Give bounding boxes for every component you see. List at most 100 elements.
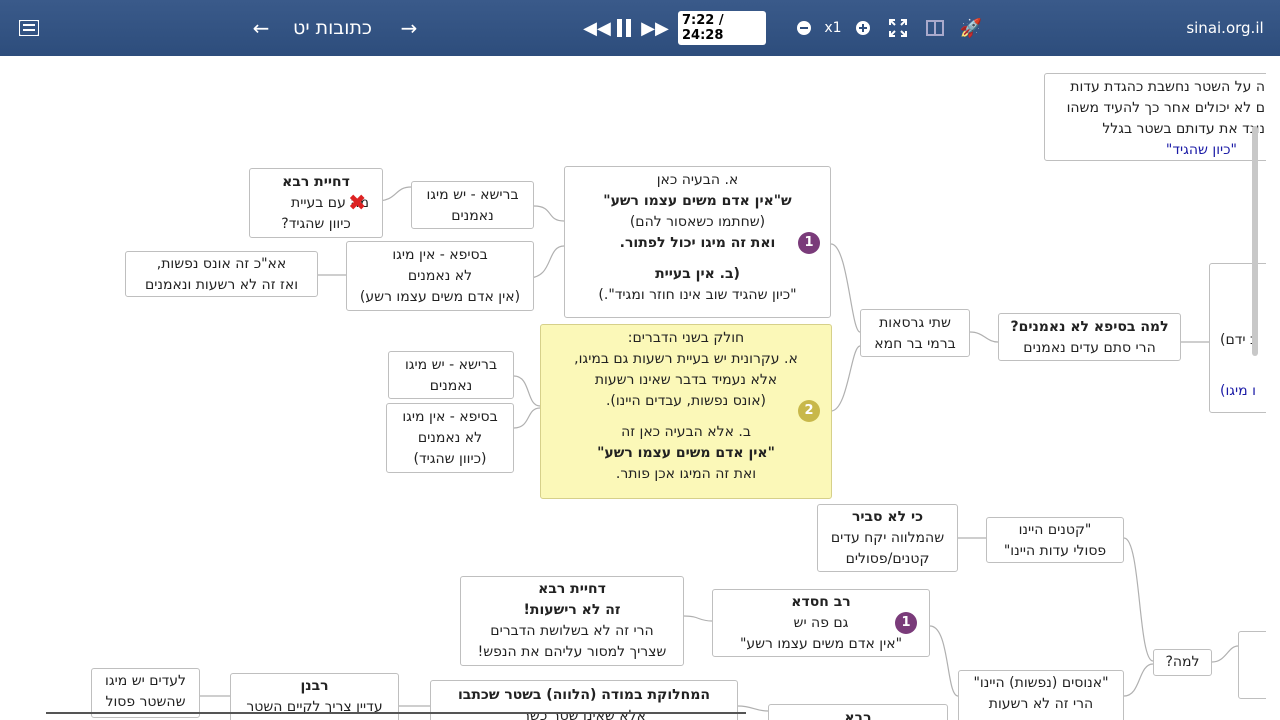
node-text: עדיין צריך לקיים השטר [246, 699, 383, 715]
node-text: בסיפא - אין מיגו [392, 247, 488, 263]
node-text: הרי זה לא רשעות [988, 696, 1094, 712]
node-text: אא"כ זה אונס נפשות, [156, 256, 287, 272]
node-rava[interactable]: רבא [768, 704, 948, 720]
node-text: זה לא רישעות! [523, 602, 621, 618]
node-text: בסיפא - אין מיגו [402, 409, 498, 425]
node-text: ה על השטר נחשבת כהגדת עדות [1070, 79, 1265, 95]
node-sefa-1[interactable]: בסיפא - אין מיגו לא נאמנים (אין אדם משים… [346, 241, 534, 311]
prev-arrow-icon[interactable]: ← [248, 0, 274, 56]
node-machloket[interactable]: המחלוקת במודה (הלווה) בשטר שכתבו אלא שאי… [430, 680, 738, 720]
node-text: א. עקרונית יש בעיית רשעות גם במיגו, [574, 351, 798, 367]
node-text: (כיוון שהגיד) [413, 451, 487, 467]
node-text: "אין אדם משים עצמו רשע" [597, 445, 775, 461]
time-text: 7:22 / 24:28 [678, 11, 766, 45]
node-text: שתי גרסאות [879, 315, 951, 331]
speed-up-icon[interactable] [853, 0, 873, 56]
node-text: כיוון שהגיד? [281, 216, 351, 232]
node-text: אלא נעמיד בדבר שאינו רשעות [594, 372, 778, 388]
node-right-bottom[interactable] [1238, 631, 1266, 699]
node-text: פסולי עדות היינו" [1003, 543, 1107, 559]
node-text: המחלוקת במודה (הלווה) בשטר שכתבו [458, 687, 710, 703]
node-text: נאמנים [451, 208, 494, 224]
node-text: ם לא יכולים אחר כך להעיד משהו [1066, 100, 1265, 116]
node-dachiyat-2[interactable]: דחיית רבא זה לא רישעות! הרי זה לא בשלושת… [460, 576, 684, 666]
node-text: ואת זה מיגו יכול לפתור. [619, 235, 776, 251]
node-text: למה בסיפא לא נאמנים? [1010, 319, 1169, 335]
node-text: דחיית רבא [282, 174, 350, 190]
node-text: לעדים יש מיגו [105, 673, 186, 689]
node-anusim[interactable]: "אנוסים (נפשות) היינו" הרי זה לא רשעות [958, 670, 1124, 720]
node-text: "קטנים היינו [1018, 522, 1092, 538]
node-text: ברישא - יש מיגו [404, 357, 498, 373]
fullscreen-icon[interactable] [886, 0, 910, 56]
speed-value: x1 [824, 20, 842, 36]
node-text: (אונס נפשות, עבדים היינו). [605, 393, 767, 409]
badge-2: 2 [798, 400, 820, 422]
node-text: ברישא - יש מיגו [426, 187, 519, 203]
node-text: נוגד את עדותם בשטר בגלל [1102, 121, 1265, 137]
menu-icon[interactable] [14, 0, 44, 56]
forward-icon[interactable]: ▶▶ [641, 0, 669, 56]
node-text: הרי זה לא בשלושת הדברים [490, 623, 654, 639]
node-lama[interactable]: למה בסיפא לא נאמנים? הרי סתם עדים נאמנים [998, 313, 1181, 361]
horizontal-scrollbar[interactable] [46, 712, 746, 714]
node-text: "כיון שהגיד שוב אינו חוזר ומגיד".) [598, 287, 797, 303]
node-text: לא נאמנים [407, 268, 473, 284]
node-text: "כיון שהגיד" [1165, 142, 1237, 158]
cross-icon: ✖ [348, 191, 367, 216]
node-text: ברמי בר חמא [874, 336, 956, 352]
node-text: רב חסדא [791, 594, 851, 610]
node-text: ואז זה לא רשעות ונאמנים [144, 277, 299, 293]
node-ktanim[interactable]: "קטנים היינו פסולי עדות היינו" [986, 517, 1124, 563]
node-text: (ב. אין בעיית [655, 266, 740, 282]
node-text: הרי סתם עדים נאמנים [1023, 340, 1156, 356]
node-text: "אנוסים (נפשות) היינו" [973, 675, 1109, 691]
node-reisha-1[interactable]: ברישא - יש מיגו נאמנים [411, 181, 534, 229]
node-text: קטנים/פסולים [845, 551, 930, 567]
node-text: "אין אדם משים עצמו רשע" [739, 636, 903, 652]
node-text: ש"אין אדם משים עצמו רשע" [603, 193, 792, 209]
node-reisha-2[interactable]: ברישא - יש מיגו נאמנים [388, 351, 514, 399]
node-text: שהמלווה יקח עדים [830, 530, 945, 546]
video-title: כתובות יט [293, 17, 372, 39]
node-text [565, 254, 830, 264]
node-text: ואת זה המיגו אכן פותר. [615, 466, 757, 482]
node-text: (אין אדם משים עצמו רשע) [359, 289, 521, 305]
site-name: sinai.org.il [1186, 19, 1264, 37]
node-shtei-girsaot[interactable]: שתי גרסאות ברמי בר חמא [860, 309, 970, 357]
node-text: נאמנים [429, 378, 473, 394]
node-a-main[interactable]: א. הבעיה כאן ש"אין אדם משים עצמו רשע" (ש… [564, 166, 831, 318]
time-display: 7:22 / 24:28 [678, 0, 766, 56]
node-text: רבנן [300, 678, 329, 694]
node-sefa-2[interactable]: בסיפא - אין מיגו לא נאמנים (כיוון שהגיד) [386, 403, 514, 473]
node-lama-question[interactable]: למה? [1153, 649, 1212, 676]
speed-down-icon[interactable] [794, 0, 814, 56]
node-text: חולק בשני הדברים: [627, 330, 745, 346]
node-ak[interactable]: אא"כ זה אונס נפשות, ואז זה לא רשעות ונאמ… [125, 251, 318, 297]
vertical-scrollbar[interactable] [1252, 126, 1258, 356]
rocket-icon[interactable]: 🚀 [959, 0, 983, 56]
node-yellow[interactable]: חולק בשני הדברים: א. עקרונית יש בעיית רש… [540, 324, 832, 499]
node-ki-lo-savir[interactable]: כי לא סביר שהמלווה יקח עדים קטנים/פסולים [817, 504, 958, 572]
node-text: לא נאמנים [417, 430, 483, 446]
rewind-icon[interactable]: ◀◀ [583, 0, 611, 56]
node-text: א. הבעיה כאן [656, 172, 739, 188]
node-text: כי לא סביר [851, 509, 924, 525]
badge-1: 1 [895, 612, 917, 634]
node-text: ב. אלא הבעיה כאן זה [621, 424, 751, 440]
badge-1: 1 [798, 232, 820, 254]
node-text: ב ידם) [1220, 332, 1259, 348]
next-arrow-icon[interactable]: → [396, 0, 422, 56]
node-leedim[interactable]: לעדים יש מיגו שהשטר פסול [91, 668, 200, 718]
mindmap-canvas[interactable]: ה על השטר נחשבת כהגדת עדות ם לא יכולים א… [6, 56, 1266, 720]
node-text: שצריך למסור עליהם את הנפש! [477, 644, 667, 660]
node-text: שהשטר פסול [105, 694, 186, 710]
node-text: דחיית רבא [538, 581, 606, 597]
player-toolbar: ← כתובות יט → ◀◀ ▶▶ 7:22 / 24:28 x1 🚀 si… [0, 0, 1280, 56]
node-text: ו מיגו) [1220, 383, 1256, 399]
node-top-right[interactable]: ה על השטר נחשבת כהגדת עדות ם לא יכולים א… [1044, 73, 1266, 161]
layout-icon[interactable] [923, 0, 947, 56]
node-text [541, 412, 831, 422]
node-text: (שחתמו כשאסור להם) [629, 214, 766, 230]
pause-icon[interactable] [613, 0, 635, 56]
